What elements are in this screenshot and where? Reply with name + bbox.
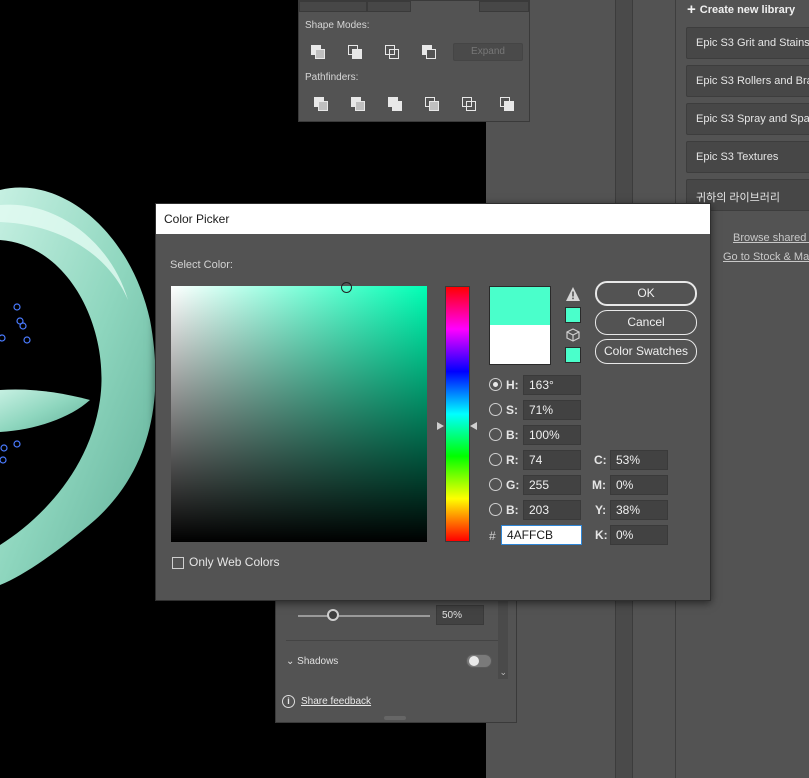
blue-label: B: <box>506 503 519 517</box>
exclude-icon[interactable] <box>421 44 437 60</box>
create-new-library-button[interactable]: + Create new library <box>687 0 796 18</box>
black-input[interactable]: 0% <box>610 525 668 545</box>
hue-slider-arrow-left[interactable] <box>437 422 444 430</box>
color-swatches-button[interactable]: Color Swatches <box>595 339 697 364</box>
cyan-input[interactable]: 53% <box>610 450 668 470</box>
red-input[interactable]: 74 <box>523 450 581 470</box>
resize-handle[interactable] <box>384 716 406 720</box>
green-radio[interactable] <box>489 478 502 491</box>
saturation-brightness-field[interactable] <box>171 286 427 542</box>
minus-back-icon[interactable] <box>499 96 515 112</box>
ok-button[interactable]: OK <box>595 281 697 306</box>
crop-icon[interactable] <box>424 96 440 112</box>
pathfinder-tab[interactable] <box>299 1 367 12</box>
color-field-marker[interactable] <box>341 282 352 293</box>
pathfinders-label: Pathfinders: <box>305 72 359 83</box>
library-item[interactable]: Epic S3 Grit and Stains X <box>686 27 809 59</box>
brightness-label: B: <box>506 428 519 442</box>
shape-modes-label: Shape Modes: <box>305 20 370 31</box>
merge-icon[interactable] <box>387 96 403 112</box>
color-picker-dialog: Color Picker Select Color: OK Cancel Col… <box>155 203 711 601</box>
opacity-slider-thumb[interactable] <box>327 609 339 621</box>
brightness-input[interactable]: 100% <box>523 425 581 445</box>
opacity-value-field[interactable]: 50% <box>436 605 484 625</box>
green-label: G: <box>506 478 520 492</box>
magenta-label: M: <box>592 478 606 492</box>
hue-input[interactable]: 163° <box>523 375 581 395</box>
cancel-button[interactable]: Cancel <box>595 310 697 335</box>
pathfinder-tab[interactable] <box>367 1 411 12</box>
magenta-input[interactable]: 0% <box>610 475 668 495</box>
hex-input[interactable]: 4AFFCB <box>501 525 582 545</box>
anchor-points <box>0 303 31 464</box>
properties-panel: 50% ⌄ Shadows ⌄ i Share feedback <box>275 598 517 723</box>
web-safe-warning-icon[interactable] <box>566 328 580 342</box>
share-feedback-link[interactable]: i Share feedback <box>282 695 371 708</box>
new-color-swatch <box>489 286 551 325</box>
pathfinder-tabs <box>299 1 529 12</box>
browse-shared-link[interactable]: Browse shared l <box>733 232 809 244</box>
select-color-label: Select Color: <box>170 259 233 271</box>
dialog-titlebar[interactable]: Color Picker <box>156 204 710 234</box>
blue-radio[interactable] <box>489 503 502 516</box>
yellow-label: Y: <box>595 503 607 517</box>
library-item[interactable]: Epic S3 Spray and Spatt <box>686 103 809 135</box>
hue-slider-arrow-right[interactable] <box>470 422 477 430</box>
original-color-swatch[interactable] <box>489 325 551 365</box>
library-item[interactable]: Epic S3 Rollers and Bray <box>686 65 809 97</box>
saturation-input[interactable]: 71% <box>523 400 581 420</box>
shadows-label: Shadows <box>297 656 339 667</box>
expand-button[interactable]: Expand <box>453 43 523 61</box>
hue-radio[interactable] <box>489 378 502 391</box>
web-safe-swatch[interactable] <box>565 347 581 363</box>
go-to-stock-link[interactable]: Go to Stock & Ma <box>723 251 809 263</box>
only-web-colors-checkbox[interactable] <box>172 557 184 569</box>
chevron-down-icon: ⌄ <box>286 656 298 667</box>
cyan-label: C: <box>594 453 607 467</box>
share-feedback-label: Share feedback <box>301 696 372 707</box>
only-web-colors-label[interactable]: Only Web Colors <box>189 555 279 569</box>
create-new-library-label: Create new library <box>699 4 796 16</box>
saturation-radio[interactable] <box>489 403 502 416</box>
green-input[interactable]: 255 <box>523 475 581 495</box>
hue-slider[interactable] <box>445 286 470 542</box>
brightness-radio[interactable] <box>489 428 502 441</box>
info-icon: i <box>282 695 295 708</box>
red-label: R: <box>506 453 519 467</box>
dialog-title: Color Picker <box>164 212 230 226</box>
unite-icon[interactable] <box>310 44 326 60</box>
hue-label: H: <box>506 378 519 392</box>
black-label: K: <box>595 528 608 542</box>
intersect-icon[interactable] <box>384 44 400 60</box>
shadows-switch[interactable] <box>466 654 492 668</box>
hex-prefix: # <box>489 529 496 543</box>
red-radio[interactable] <box>489 453 502 466</box>
saturation-label: S: <box>506 403 518 417</box>
blue-input[interactable]: 203 <box>523 500 581 520</box>
pathfinder-panel: Shape Modes: Expand Pathfinders: <box>298 0 530 122</box>
minus-front-icon[interactable] <box>347 44 363 60</box>
scroll-down-icon[interactable]: ⌄ <box>499 667 507 678</box>
outline-icon[interactable] <box>461 96 477 112</box>
out-of-gamut-warning-icon[interactable] <box>565 286 581 302</box>
divider <box>286 640 501 641</box>
shadows-section-toggle[interactable]: ⌄ Shadows <box>286 656 338 667</box>
opacity-slider-track[interactable] <box>298 615 430 617</box>
trim-icon[interactable] <box>350 96 366 112</box>
library-item[interactable]: Epic S3 Textures <box>686 141 809 173</box>
pathfinder-tab[interactable] <box>479 1 529 12</box>
yellow-input[interactable]: 38% <box>610 500 668 520</box>
divide-icon[interactable] <box>313 96 329 112</box>
gamut-correction-swatch[interactable] <box>565 307 581 323</box>
plus-icon: + <box>687 1 696 18</box>
